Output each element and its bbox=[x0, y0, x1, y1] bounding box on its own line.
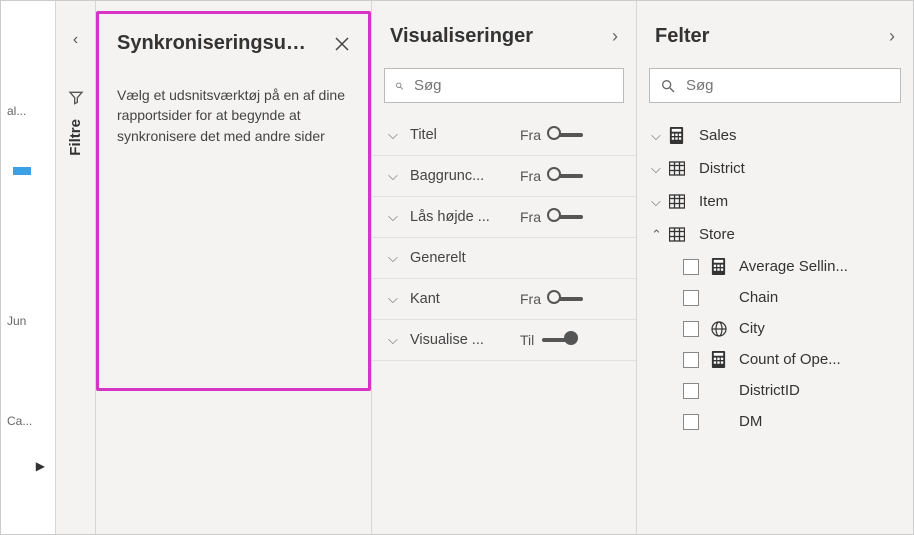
sync-pane-message: Vælg et udsnitsværktøj på en af dine rap… bbox=[117, 85, 350, 146]
table-icon bbox=[669, 194, 687, 209]
chevron-down-icon: ⌵ bbox=[651, 128, 669, 144]
field-name: DM bbox=[739, 413, 762, 430]
field-table[interactable]: ⌵ Sales bbox=[649, 119, 901, 152]
collapse-visualizations-icon[interactable]: › bbox=[612, 26, 618, 47]
sync-slicers-pane: Synkroniseringsu… Vælg et udsnitsværktøj… bbox=[96, 11, 371, 391]
format-label: Kant bbox=[410, 291, 520, 307]
fields-title: Felter bbox=[655, 25, 709, 48]
field-table[interactable]: ⌃ Store bbox=[649, 218, 901, 251]
chevron-down-icon: ⌵ bbox=[651, 194, 669, 210]
format-label: Lås højde ... bbox=[410, 209, 520, 225]
field-name: Chain bbox=[739, 289, 778, 306]
filters-label: Filtre bbox=[67, 119, 84, 156]
field-checkbox[interactable] bbox=[683, 414, 699, 430]
format-row[interactable]: ⌵ KantFra bbox=[372, 279, 636, 320]
format-row[interactable]: ⌵ TitelFra bbox=[372, 115, 636, 156]
chevron-down-icon: ⌵ bbox=[388, 168, 402, 184]
field-table[interactable]: ⌵ Item bbox=[649, 185, 901, 218]
field-item[interactable]: Average Sellin... bbox=[649, 251, 901, 282]
canvas-tab[interactable] bbox=[1, 141, 55, 201]
field-name: Count of Ope... bbox=[739, 351, 841, 368]
filters-pane-collapsed: ‹ Filtre bbox=[56, 1, 96, 534]
field-checkbox[interactable] bbox=[683, 383, 699, 399]
chevron-down-icon: ⌵ bbox=[388, 291, 402, 307]
format-state: Fra bbox=[520, 209, 541, 225]
canvas-tab[interactable]: al... bbox=[1, 81, 55, 141]
visualizations-search[interactable] bbox=[384, 68, 624, 103]
filter-icon bbox=[68, 89, 84, 105]
field-table-name: District bbox=[699, 160, 745, 177]
toggle-switch[interactable] bbox=[549, 297, 583, 301]
canvas-tab-strip: al... Jun Ca... ▶ bbox=[1, 1, 56, 534]
format-row[interactable]: ⌵ Lås højde ...Fra bbox=[372, 197, 636, 238]
field-item[interactable]: DistrictID bbox=[649, 375, 901, 406]
field-table[interactable]: ⌵ District bbox=[649, 152, 901, 185]
field-checkbox[interactable] bbox=[683, 352, 699, 368]
field-item[interactable]: City bbox=[649, 313, 901, 344]
canvas-tab[interactable]: Ca... bbox=[1, 391, 55, 451]
format-state: Fra bbox=[520, 168, 541, 184]
canvas-next-icon[interactable]: ▶ bbox=[26, 451, 55, 481]
field-name: Average Sellin... bbox=[739, 258, 848, 275]
search-icon bbox=[395, 78, 404, 94]
collapse-fields-icon[interactable]: › bbox=[889, 26, 895, 47]
globe-icon bbox=[711, 321, 729, 337]
chevron-up-icon: ⌃ bbox=[651, 227, 669, 243]
expand-filters-icon[interactable]: ‹ bbox=[73, 31, 78, 49]
visualizations-pane: Visualiseringer › ⌵TitelFra⌵Baggrunc...F… bbox=[371, 1, 636, 534]
format-label: Baggrunc... bbox=[410, 168, 520, 184]
chevron-down-icon: ⌵ bbox=[651, 161, 669, 177]
visualizations-title: Visualiseringer bbox=[390, 25, 533, 48]
chevron-down-icon: ⌵ bbox=[388, 332, 402, 348]
table-icon bbox=[669, 227, 687, 242]
format-label: Visualise ... bbox=[410, 332, 520, 348]
field-table-name: Item bbox=[699, 193, 728, 210]
format-label: Generelt bbox=[410, 250, 520, 266]
toggle-switch[interactable] bbox=[549, 174, 583, 178]
format-row[interactable]: ⌵ Generelt bbox=[372, 238, 636, 279]
search-icon bbox=[660, 78, 676, 94]
calculator-icon bbox=[711, 258, 729, 275]
toggle-switch[interactable] bbox=[549, 133, 583, 137]
format-label: Titel bbox=[410, 127, 520, 143]
table-icon bbox=[669, 161, 687, 176]
chevron-down-icon: ⌵ bbox=[388, 209, 402, 225]
field-item[interactable]: Count of Ope... bbox=[649, 344, 901, 375]
format-state: Fra bbox=[520, 291, 541, 307]
format-state: Til bbox=[520, 332, 534, 348]
chevron-down-icon: ⌵ bbox=[388, 127, 402, 143]
field-checkbox[interactable] bbox=[683, 259, 699, 275]
visualizations-search-input[interactable] bbox=[414, 77, 613, 94]
format-state: Fra bbox=[520, 127, 541, 143]
close-icon[interactable] bbox=[334, 36, 350, 52]
field-item[interactable]: Chain bbox=[649, 282, 901, 313]
field-checkbox[interactable] bbox=[683, 321, 699, 337]
toggle-switch[interactable] bbox=[549, 215, 583, 219]
calculator-icon bbox=[711, 351, 729, 368]
field-name: DistrictID bbox=[739, 382, 800, 399]
field-name: City bbox=[739, 320, 765, 337]
fields-pane: Felter › ⌵ Sales ⌵ District ⌵ Item ⌃ StoreAvera… bbox=[636, 1, 913, 534]
fields-search[interactable] bbox=[649, 68, 901, 103]
chevron-down-icon: ⌵ bbox=[388, 250, 402, 266]
sync-pane-title: Synkroniseringsu… bbox=[117, 32, 306, 55]
field-table-name: Sales bbox=[699, 127, 737, 144]
calculator-icon bbox=[669, 127, 687, 144]
toggle-switch[interactable] bbox=[542, 338, 576, 342]
canvas-tab[interactable]: Jun bbox=[1, 291, 55, 351]
field-table-name: Store bbox=[699, 226, 735, 243]
format-row[interactable]: ⌵ Baggrunc...Fra bbox=[372, 156, 636, 197]
field-checkbox[interactable] bbox=[683, 290, 699, 306]
format-row[interactable]: ⌵ Visualise ...Til bbox=[372, 320, 636, 361]
fields-search-input[interactable] bbox=[686, 77, 890, 94]
field-item[interactable]: DM bbox=[649, 406, 901, 437]
